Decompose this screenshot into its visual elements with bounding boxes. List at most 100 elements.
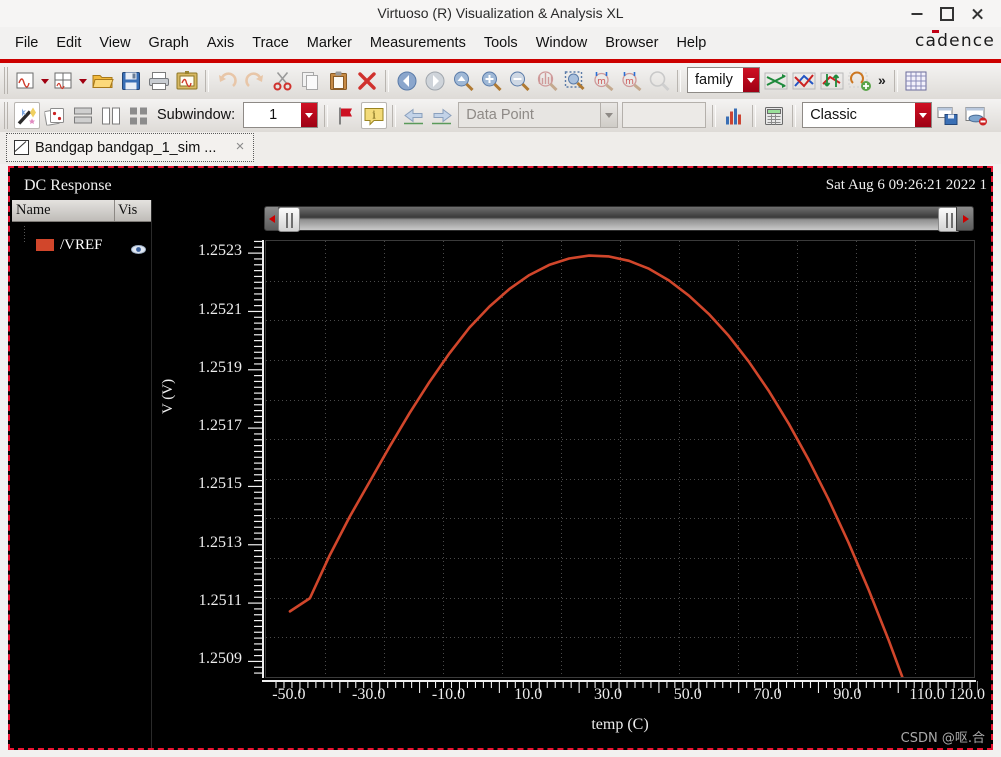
redo-icon[interactable] — [242, 67, 268, 94]
chevron-down-icon[interactable] — [301, 103, 318, 127]
zoom-area-icon[interactable] — [562, 67, 588, 94]
refresh-trace-icon[interactable] — [847, 67, 873, 94]
scroll-right-arrow[interactable] — [956, 206, 974, 231]
swap-axes-icon[interactable] — [763, 67, 789, 94]
toolbar-overflow-button[interactable]: » — [878, 64, 886, 97]
menu-item-edit[interactable]: Edit — [47, 27, 90, 59]
grid-toggle-icon[interactable] — [903, 67, 929, 94]
stack-horizontal-icon[interactable] — [70, 102, 96, 129]
minimize-icon — [911, 12, 923, 15]
chevron-down-icon[interactable] — [600, 103, 618, 127]
menu-bar: File Edit View Graph Axis Trace Marker M… — [0, 27, 1001, 59]
histogram-icon[interactable] — [721, 102, 747, 129]
legend-row-vref[interactable]: /VREF — [12, 226, 151, 258]
zoom-fit-icon[interactable] — [450, 67, 476, 94]
tab-close-icon[interactable]: × — [233, 139, 247, 154]
zoom-y-icon[interactable]: m — [618, 67, 644, 94]
menu-item-view[interactable]: View — [90, 27, 139, 59]
cut-icon[interactable] — [270, 67, 296, 94]
save-icon[interactable] — [118, 67, 144, 94]
subwindow-combo[interactable]: 1 — [243, 102, 319, 128]
y-tick-label: 1.2513 — [198, 533, 242, 551]
marker-search-input[interactable] — [622, 102, 707, 128]
theme-value: Classic — [810, 107, 857, 123]
toolbar-separator — [205, 70, 209, 92]
menu-item-file[interactable]: File — [6, 27, 47, 59]
cards-icon[interactable] — [42, 102, 68, 129]
pan-right-icon[interactable] — [422, 67, 448, 94]
new-window-dropdown[interactable] — [39, 67, 50, 94]
zoom-in-icon[interactable] — [478, 67, 504, 94]
menu-item-marker[interactable]: Marker — [298, 27, 361, 59]
pan-left-icon[interactable] — [394, 67, 420, 94]
theme-combo[interactable]: Classic — [802, 102, 933, 128]
grid-layout-icon[interactable] — [126, 102, 152, 129]
new-subwindow-icon[interactable] — [52, 67, 78, 94]
close-button[interactable] — [962, 0, 992, 27]
x-tick-label: 70.0 — [753, 686, 782, 703]
application-window: Virtuoso (R) Visualization & Analysis XL… — [0, 0, 1001, 757]
svg-text:i: i — [372, 108, 376, 121]
plot-canvas[interactable] — [265, 240, 975, 678]
snapshot-icon[interactable] — [174, 67, 200, 94]
zoom-vertical-icon[interactable] — [534, 67, 560, 94]
menu-item-measurements[interactable]: Measurements — [361, 27, 475, 59]
menu-item-trace[interactable]: Trace — [243, 27, 298, 59]
new-window-icon[interactable] — [14, 67, 40, 94]
x-tick-label: -50.0 — [272, 686, 306, 703]
chevron-down-icon[interactable] — [915, 103, 932, 127]
toolbar-grip[interactable] — [3, 102, 11, 129]
y-tick-label: 1.2519 — [198, 358, 242, 376]
zoom-reset-icon[interactable] — [646, 67, 672, 94]
chevron-down-icon[interactable] — [743, 68, 759, 92]
menu-item-axis[interactable]: Axis — [198, 27, 243, 59]
eye-icon[interactable] — [131, 241, 146, 254]
zoom-x-icon[interactable]: m — [590, 67, 616, 94]
scroll-thumb[interactable] — [278, 206, 960, 232]
waveform-window-icon — [14, 140, 29, 155]
new-subwindow-dropdown[interactable] — [77, 67, 88, 94]
trace-color-swatch[interactable] — [36, 239, 54, 251]
legend-col-divider — [114, 200, 115, 221]
menu-item-help[interactable]: Help — [667, 27, 715, 59]
stack-vertical-icon[interactable] — [98, 102, 124, 129]
toolbar-grip[interactable] — [3, 67, 11, 94]
calculator-icon[interactable] — [761, 102, 787, 129]
back-icon[interactable] — [401, 102, 427, 129]
menu-item-window[interactable]: Window — [527, 27, 597, 59]
annotation-icon[interactable]: i — [361, 102, 388, 129]
undo-icon[interactable] — [214, 67, 240, 94]
forward-icon[interactable] — [429, 102, 455, 129]
horizontal-zoom-scrollbar[interactable] — [264, 206, 974, 232]
marker-mode-combo[interactable]: Data Point — [458, 102, 619, 128]
y-tick-label: 1.2523 — [198, 242, 242, 260]
plot-timestamp: Sat Aug 6 09:26:21 2022 1 — [825, 177, 987, 193]
cadence-logo-accent — [932, 30, 939, 33]
subwindow-label: Subwindow: — [157, 107, 236, 123]
y-tick-label: 1.2521 — [198, 300, 242, 318]
print-icon[interactable] — [146, 67, 172, 94]
scroll-resize-handle-left[interactable] — [278, 207, 300, 232]
menu-item-tools[interactable]: Tools — [475, 27, 527, 59]
flag-icon[interactable] — [333, 102, 359, 129]
svg-text:m: m — [597, 77, 606, 87]
copy-icon[interactable] — [298, 67, 324, 94]
menu-item-graph[interactable]: Graph — [140, 27, 198, 59]
append-trace-icon[interactable] — [819, 67, 845, 94]
minimize-button[interactable] — [902, 0, 932, 27]
save-session-icon[interactable] — [935, 102, 961, 129]
family-mode-combo[interactable]: family — [687, 67, 760, 93]
delete-session-icon[interactable] — [963, 102, 989, 129]
delete-icon[interactable] — [354, 67, 380, 94]
open-icon[interactable] — [90, 67, 116, 94]
wand-icon[interactable] — [14, 102, 40, 129]
paste-icon[interactable] — [326, 67, 352, 94]
zoom-out-icon[interactable] — [506, 67, 532, 94]
menu-item-browser[interactable]: Browser — [596, 27, 667, 59]
strip-chart-icon[interactable] — [791, 67, 817, 94]
tab-bandgap-sim[interactable]: Bandgap bandgap_1_sim ... × — [6, 133, 254, 162]
maximize-button[interactable] — [932, 0, 962, 27]
family-mode-value: family — [695, 72, 733, 88]
toolbar-separator — [677, 70, 681, 92]
menu-label: Marker — [306, 35, 352, 51]
